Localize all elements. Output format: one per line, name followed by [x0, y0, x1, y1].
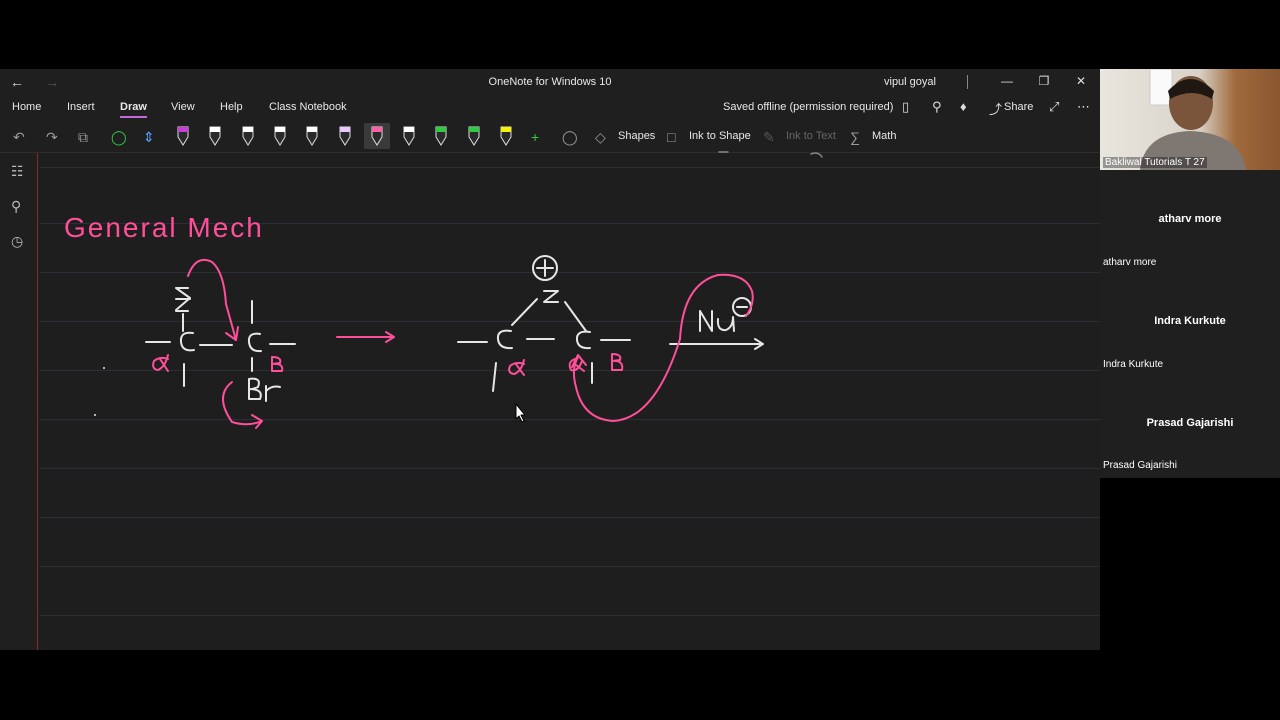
pen-7[interactable]	[364, 123, 390, 149]
ink-to-shape-icon[interactable]: □	[667, 129, 675, 145]
search-icon[interactable]: ⚲	[11, 198, 21, 215]
participant-tile-atharv[interactable]: atharv more	[1100, 213, 1280, 225]
onenote-window: ← → OneNote for Windows 10 vipul goyal —…	[0, 69, 1100, 650]
ink-to-text-button: Ink to Text	[786, 130, 836, 142]
pen-6[interactable]	[338, 125, 352, 147]
restore-icon[interactable]: ❐	[1034, 74, 1054, 88]
self-name-label: Bakliwal Tutorials T 27	[1103, 157, 1207, 168]
pen-9[interactable]	[434, 125, 448, 147]
tab-class-notebook[interactable]: Class Notebook	[269, 101, 347, 113]
bell-icon[interactable]: ♦	[960, 99, 967, 114]
notebook-icon[interactable]: ▯	[902, 99, 909, 115]
pen-1[interactable]	[176, 125, 190, 147]
participant-tile-indra[interactable]: Indra Kurkute	[1100, 315, 1280, 327]
pen-8[interactable]	[402, 125, 416, 147]
tab-draw[interactable]: Draw	[120, 101, 147, 118]
shapes-icon[interactable]: ◇	[595, 129, 606, 146]
pen-2[interactable]	[208, 125, 222, 147]
self-video-tile[interactable]: Bakliwal Tutorials T 27	[1100, 69, 1280, 170]
select-lasso-icon[interactable]: ⧉	[78, 129, 88, 146]
pen-5[interactable]	[305, 125, 319, 147]
pen-11[interactable]	[499, 125, 513, 147]
undo-icon[interactable]: ↶	[13, 129, 25, 146]
pen-3[interactable]	[241, 125, 255, 147]
tab-insert[interactable]: Insert	[67, 101, 95, 113]
participant-label-prasad: Prasad Gajarishi	[1103, 460, 1177, 471]
shapes-button[interactable]: Shapes	[618, 130, 655, 142]
pen-4[interactable]	[273, 125, 287, 147]
share-button[interactable]: Share	[1004, 101, 1033, 113]
title-bar: ← → OneNote for Windows 10 vipul goyal —…	[0, 69, 1100, 96]
add-pen-icon[interactable]: +	[531, 129, 539, 145]
ink-to-text-icon: ✎	[763, 129, 775, 145]
participant-tile-prasad[interactable]: Prasad Gajarishi	[1100, 417, 1280, 429]
video-participants-panel: Bakliwal Tutorials T 27 atharv more atha…	[1100, 69, 1280, 478]
minimize-icon[interactable]: —	[997, 74, 1017, 88]
participant-label-atharv: atharv more	[1103, 257, 1157, 268]
math-button[interactable]: Math	[872, 130, 896, 142]
draw-ribbon: ↶ ↷ ⧉ ◯ ⇕ + ◯ ◇ Shapes □ Ink to Shape ✎ …	[0, 121, 1100, 153]
tab-help[interactable]: Help	[220, 101, 243, 113]
more-options-icon[interactable]: ⋯	[1077, 99, 1090, 115]
pen-10[interactable]	[467, 125, 481, 147]
redo-icon[interactable]: ↷	[46, 129, 58, 146]
tab-home[interactable]: Home	[12, 101, 41, 113]
close-icon[interactable]: ✕	[1071, 74, 1091, 88]
math-icon[interactable]: ∑	[850, 129, 860, 145]
tab-view[interactable]: View	[171, 101, 195, 113]
ink-to-shape-button[interactable]: Ink to Shape	[689, 130, 751, 142]
note-canvas[interactable]	[39, 153, 1100, 650]
lightbulb-icon[interactable]: ⚲	[932, 99, 942, 115]
menu-bar: Home Insert Draw View Help Class Noteboo…	[0, 96, 1100, 121]
sync-status: Saved offline (permission required)	[723, 101, 894, 113]
notebooks-icon[interactable]: ☷	[11, 163, 24, 180]
presenter-video	[1140, 69, 1246, 170]
eraser-icon[interactable]: ◯	[111, 129, 127, 146]
add-space-icon[interactable]: ⇕	[143, 129, 155, 146]
screen: ← → OneNote for Windows 10 vipul goyal —…	[0, 0, 1280, 720]
ruler-icon[interactable]: ◯	[562, 129, 578, 146]
navigation-rail: ☷ ⚲ ◷	[0, 153, 38, 650]
fullscreen-icon[interactable]: ⤢	[1049, 99, 1059, 115]
user-name[interactable]: vipul goyal	[884, 76, 936, 88]
participant-label-indra: Indra Kurkute	[1103, 359, 1164, 370]
share-icon[interactable]: ⤴	[989, 99, 1002, 118]
title-divider	[967, 75, 968, 89]
recent-clock-icon[interactable]: ◷	[11, 233, 23, 250]
